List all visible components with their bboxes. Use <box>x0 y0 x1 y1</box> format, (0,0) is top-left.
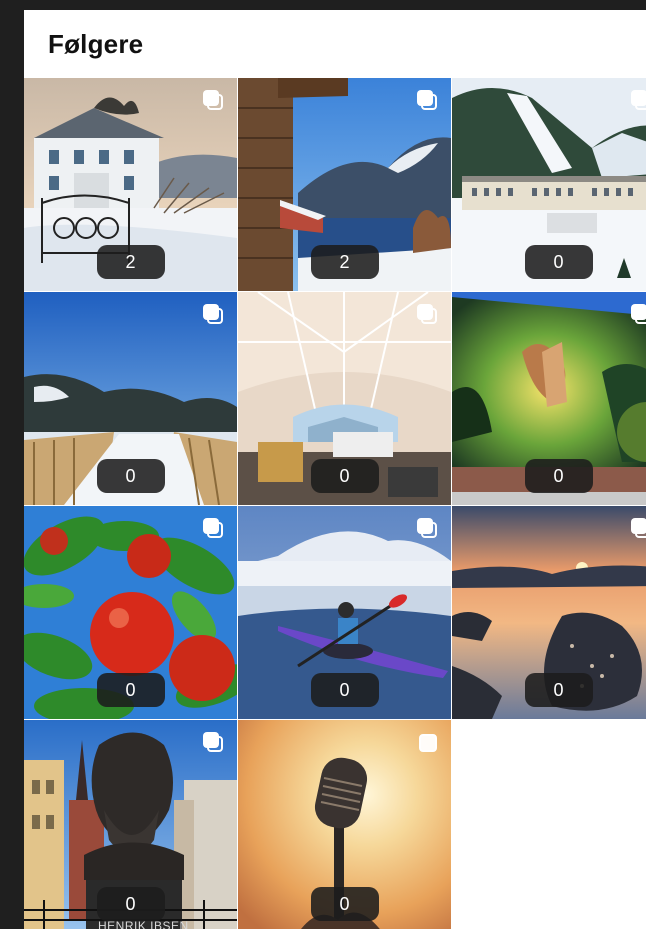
multiple-images-icon <box>417 90 439 112</box>
tile-kayaker[interactable]: 0 <box>238 506 451 719</box>
tile-glass-dome[interactable]: 0 <box>238 292 451 505</box>
comment-count-badge: 0 <box>524 673 593 707</box>
photo-grid: 2 2 0 0 0 0 0 0 0 HENRIK IBSEN 0 0 <box>24 78 646 929</box>
tile-ski-resort[interactable]: 0 <box>452 78 646 291</box>
multiple-images-icon <box>203 518 225 540</box>
multiple-images-icon <box>203 304 225 326</box>
tile-ibsen-statue[interactable]: HENRIK IBSEN 0 <box>24 720 237 929</box>
tile-winter-boardwalk[interactable]: 0 <box>24 292 237 505</box>
multiple-images-icon <box>417 518 439 540</box>
tile-vintage-microphone[interactable]: 0 <box>238 720 451 929</box>
comment-count-badge: 0 <box>96 673 165 707</box>
comment-count-badge: 0 <box>96 887 165 921</box>
multiple-images-icon <box>631 518 646 540</box>
comment-count-badge: 0 <box>310 887 379 921</box>
comment-count-badge: 2 <box>310 245 379 279</box>
tile-sunset-islands[interactable]: 0 <box>452 506 646 719</box>
multiple-images-icon <box>631 304 646 326</box>
comment-count-badge: 2 <box>96 245 165 279</box>
multiple-images-icon <box>631 90 646 112</box>
comment-count-badge: 0 <box>310 459 379 493</box>
comment-count-badge: 0 <box>524 459 593 493</box>
page-title: Følgere <box>48 28 144 59</box>
header: Følgere <box>24 10 646 78</box>
single-image-icon <box>417 732 439 754</box>
tile-red-apples[interactable]: 0 <box>24 506 237 719</box>
comment-count-badge: 0 <box>96 459 165 493</box>
multiple-images-icon <box>417 304 439 326</box>
comment-count-badge: 0 <box>310 673 379 707</box>
tile-snowy-house[interactable]: 2 <box>24 78 237 291</box>
tile-forest-mural[interactable]: 0 <box>452 292 646 505</box>
followers-panel: Følgere 2 2 0 0 0 0 0 0 0 HENRIK IBSEN 0… <box>24 10 646 929</box>
multiple-images-icon <box>203 90 225 112</box>
tile-fjord-cabin[interactable]: 2 <box>238 78 451 291</box>
multiple-images-icon <box>203 732 225 754</box>
comment-count-badge: 0 <box>524 245 593 279</box>
